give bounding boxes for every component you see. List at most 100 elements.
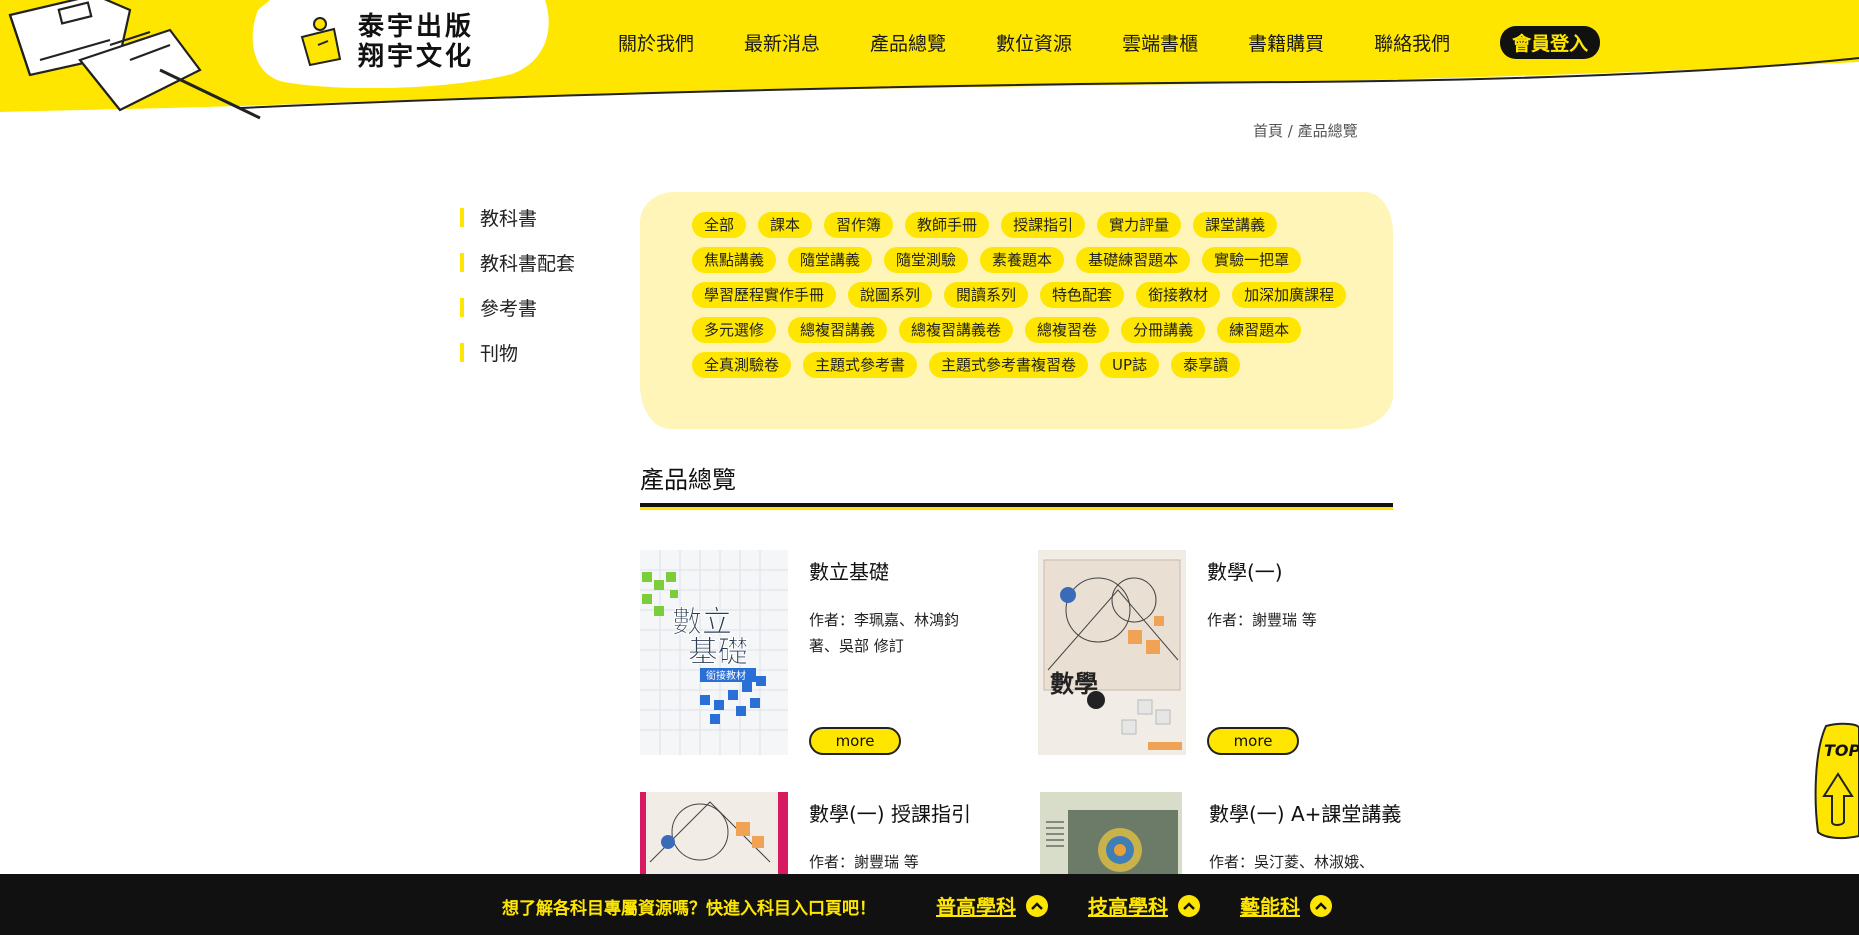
nav-about[interactable]: 關於我們	[618, 29, 694, 56]
more-button[interactable]: more	[1207, 727, 1299, 755]
section-title: 產品總覽	[640, 466, 736, 494]
nav-products[interactable]: 產品總覽	[866, 29, 951, 58]
back-to-top-button[interactable]: TOP	[1812, 722, 1859, 840]
filter-tag[interactable]: 學習歷程實作手冊	[692, 282, 837, 308]
cover-image	[1040, 792, 1182, 874]
more-button[interactable]: more	[809, 727, 901, 755]
filter-tag[interactable]: 主題式參考書	[803, 352, 918, 378]
cover-image: 數學	[1038, 550, 1186, 755]
filter-tag[interactable]: UP誌	[1100, 352, 1160, 378]
chevron-up-icon	[1310, 894, 1332, 917]
filter-tag[interactable]: 隨堂講義	[788, 247, 873, 273]
filter-tag[interactable]: 總複習講義	[788, 317, 888, 343]
nav-contact[interactable]: 聯絡我們	[1374, 29, 1450, 56]
sidebar-item-textbook-set[interactable]: 教科書配套	[460, 240, 575, 285]
site-logo[interactable]: 泰宇出版 翔宇文化	[298, 12, 474, 72]
filter-tag[interactable]: 素養題本	[980, 247, 1065, 273]
product-title[interactable]: 數學(一)	[1207, 556, 1283, 585]
site-header: 泰宇出版 翔宇文化 關於我們 最新消息 產品總覽 數位資源 雲端書櫃 書籍購買 …	[0, 0, 1859, 140]
breadcrumb-current: 產品總覽	[1297, 122, 1358, 140]
product-cover[interactable]	[1040, 792, 1182, 874]
svg-text:基礎: 基礎	[688, 635, 748, 670]
filter-tag[interactable]: 泰享讀	[1171, 352, 1241, 378]
sidebar-marker	[460, 343, 464, 362]
sidebar-item-textbook[interactable]: 教科書	[460, 195, 575, 240]
login-button[interactable]: 會員登入	[1500, 26, 1601, 59]
filter-tag[interactable]: 基礎練習題本	[1076, 247, 1191, 273]
sidebar-item-label: 刊物	[480, 343, 519, 365]
product-author: 作者：謝豐瑞 等	[1207, 611, 1317, 629]
filter-tag[interactable]: 主題式參考書複習卷	[929, 352, 1089, 378]
nav-buy[interactable]: 書籍購買	[1248, 29, 1324, 56]
category-sidebar: 教科書 教科書配套 參考書 刊物	[460, 195, 575, 375]
filter-tag[interactable]: 實驗一把罩	[1202, 247, 1302, 273]
portal-link-arts[interactable]: 藝能科	[1240, 891, 1332, 920]
product-title[interactable]: 數學(一) 授課指引	[809, 798, 971, 827]
filter-tag[interactable]: 特色配套	[1040, 282, 1125, 308]
filter-tag[interactable]: 說圖系列	[848, 282, 933, 308]
nav-news[interactable]: 最新消息	[744, 29, 820, 56]
product-cover[interactable]	[640, 792, 788, 874]
filter-tag[interactable]: 總複習講義卷	[899, 317, 1014, 343]
subject-portal-bar: 想了解各科目專屬資源嗎？快進入科目入口頁吧！ 普高學科 技高學科 藝能科	[0, 874, 1859, 935]
portal-link-label: 技高學科	[1088, 895, 1168, 919]
filter-tag[interactable]: 多元選修	[692, 317, 777, 343]
breadcrumb: 首頁 / 產品總覽	[1253, 120, 1358, 141]
svg-text:TOP: TOP	[1824, 741, 1859, 760]
portal-link-label: 藝能科	[1240, 895, 1300, 919]
filter-tag[interactable]: 銜接教材	[1136, 282, 1221, 308]
breadcrumb-home[interactable]: 首頁	[1253, 122, 1283, 140]
product-author: 作者：吳汀菱、林淑娥、	[1209, 853, 1375, 871]
filter-tag[interactable]: 教師手冊	[905, 212, 990, 238]
filter-tag[interactable]: 分冊講義	[1121, 317, 1206, 343]
filter-tag[interactable]: 實力評量	[1097, 212, 1182, 238]
sidebar-marker	[460, 253, 464, 272]
filter-tag-panel: 全部 課本 習作簿 教師手冊 授課指引 實力評量 課堂講義焦點講義 隨堂講義 隨堂測驗 素養題本基…	[640, 192, 1393, 429]
sidebar-item-label: 教科書配套	[480, 253, 576, 275]
filter-tag[interactable]: 全真測驗卷	[692, 352, 792, 378]
cover-image: 數立 基礎 銜接教材	[640, 550, 788, 755]
portal-link-general-high[interactable]: 普高學科	[936, 891, 1048, 920]
filter-tag[interactable]: 焦點講義	[692, 247, 777, 273]
filter-tag[interactable]: 課本	[758, 212, 813, 238]
cover-image	[640, 792, 788, 874]
sidebar-item-label: 參考書	[480, 298, 538, 320]
filter-tag[interactable]: 練習題本	[1217, 317, 1302, 343]
filter-tag[interactable]: 授課指引	[1001, 212, 1086, 238]
breadcrumb-separator: /	[1283, 122, 1298, 140]
logo-text: 泰宇出版 翔宇文化	[358, 12, 474, 72]
filter-tag[interactable]: 課堂講義	[1193, 212, 1278, 238]
sidebar-item-publications[interactable]: 刊物	[460, 330, 575, 375]
filter-tags: 全部 課本 習作簿 教師手冊 授課指引 實力評量 課堂講義焦點講義 隨堂講義 隨堂測驗 素養題本基…	[692, 212, 1372, 387]
product-title[interactable]: 數立基礎	[809, 556, 889, 585]
filter-tag[interactable]: 習作簿	[824, 212, 894, 238]
svg-text:銜接教材: 銜接教材	[706, 669, 746, 682]
product-title[interactable]: 數學(一) A+課堂講義	[1209, 798, 1401, 827]
chevron-up-icon	[1178, 894, 1200, 917]
sidebar-item-reference[interactable]: 參考書	[460, 285, 575, 330]
top-arrow-icon: TOP	[1814, 722, 1859, 840]
nav-digital[interactable]: 數位資源	[996, 29, 1072, 56]
product-cover[interactable]: 數立 基礎 銜接教材	[640, 550, 788, 755]
nav-cloud-shelf[interactable]: 雲端書櫃	[1122, 29, 1198, 56]
main-nav: 關於我們 最新消息 產品總覽 數位資源 雲端書櫃 書籍購買 聯絡我們 會員登入	[618, 26, 1601, 59]
product-author: 作者：李珮嘉、林鴻鈞著、吳部 修訂	[809, 611, 960, 655]
filter-tag[interactable]: 總複習卷	[1025, 317, 1110, 343]
logo-mark-icon	[300, 17, 342, 67]
logo-line-2: 翔宇文化	[358, 42, 475, 72]
filter-tag[interactable]: 加深加廣課程	[1232, 282, 1347, 308]
portal-link-vocational-high[interactable]: 技高學科	[1088, 891, 1200, 920]
product-cover[interactable]: 數學	[1038, 550, 1186, 755]
filter-tag[interactable]: 閱讀系列	[944, 282, 1029, 308]
chevron-up-icon	[1026, 894, 1048, 917]
sidebar-marker	[460, 208, 464, 227]
logo-line-1: 泰宇出版	[358, 12, 475, 42]
sidebar-item-label: 教科書	[480, 208, 538, 230]
portal-link-label: 普高學科	[936, 895, 1016, 919]
title-divider-accent	[640, 507, 1393, 510]
product-author: 作者：謝豐瑞 等	[809, 853, 919, 871]
filter-tag[interactable]: 全部	[692, 212, 747, 238]
portal-prompt: 想了解各科目專屬資源嗎？快進入科目入口頁吧！	[502, 899, 876, 919]
sidebar-marker	[460, 298, 464, 317]
filter-tag[interactable]: 隨堂測驗	[884, 247, 969, 273]
